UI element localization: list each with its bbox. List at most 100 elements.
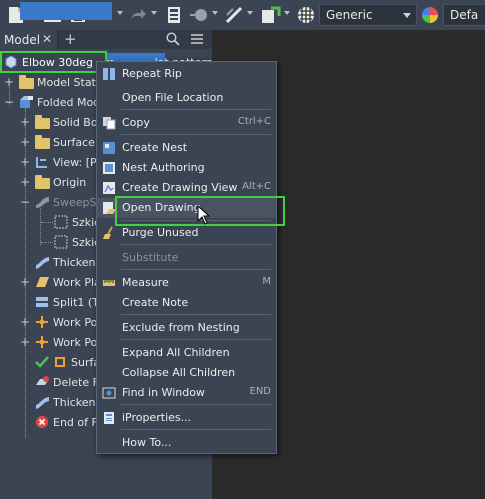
delete-face-icon <box>35 375 50 389</box>
mouse-cursor-icon <box>197 205 210 225</box>
tree-item-label: Origin <box>53 175 87 189</box>
menu-item-open-file-location[interactable]: Open File Location <box>97 88 276 108</box>
menu-item-label: Purge Unused <box>122 226 199 239</box>
sketch-tool-icon[interactable] <box>224 5 244 25</box>
menu-item-label: Create Note <box>122 296 189 309</box>
menu-item-copy[interactable]: Copy Ctrl+C <box>97 113 276 133</box>
select-dropdown-icon[interactable] <box>212 11 218 15</box>
select-tool-icon[interactable] <box>188 5 210 25</box>
work-plane-icon <box>35 275 50 289</box>
open-drawing-icon <box>102 201 116 215</box>
nest-icon <box>102 141 116 155</box>
export-dropdown-icon[interactable] <box>284 11 290 15</box>
expand-plus-icon[interactable]: + <box>20 276 30 288</box>
menu-separator <box>121 314 271 315</box>
menu-item-substitute: Substitute <box>97 248 276 268</box>
expand-plus-icon[interactable]: + <box>20 156 30 168</box>
material-sphere-icon[interactable] <box>296 5 316 25</box>
tab-model-label: Model <box>4 33 41 47</box>
menu-item-purge-unused[interactable]: Purge Unused <box>97 223 276 243</box>
folded-model-icon <box>19 95 34 109</box>
sketch-dropdown-icon[interactable] <box>247 11 253 15</box>
expand-plus-icon[interactable]: + <box>4 76 14 88</box>
expand-plus-icon[interactable]: + <box>20 176 30 188</box>
find-in-window-icon <box>102 386 116 400</box>
tree-guide <box>40 208 41 245</box>
appearance-dropdown[interactable]: Defa <box>443 4 485 26</box>
tab-model[interactable]: Model ✕ <box>0 30 58 49</box>
browser-header: Model ✕ + <box>0 30 212 49</box>
menu-item-exclude-from-nesting[interactable]: Exclude from Nesting <box>97 318 276 338</box>
expand-plus-icon[interactable]: + <box>20 336 30 348</box>
expand-plus-icon[interactable]: + <box>20 116 30 128</box>
rip-icon <box>102 67 116 81</box>
update-icon[interactable] <box>164 5 184 25</box>
sweep-icon <box>35 195 50 209</box>
menu-item-label: Measure <box>122 276 169 289</box>
menu-item-how-to[interactable]: How To... <box>97 433 276 453</box>
iproperties-icon <box>102 411 116 425</box>
drawing-view-icon <box>102 181 116 195</box>
expand-plus-icon[interactable]: + <box>20 136 30 148</box>
collapse-minus-icon[interactable]: − <box>20 196 30 208</box>
menu-item-collapse-all-children[interactable]: Collapse All Children <box>97 363 276 383</box>
tree-item-delete-face[interactable]: Delete Fa <box>35 373 105 391</box>
menu-item-expand-all-children[interactable]: Expand All Children <box>97 343 276 363</box>
collapse-minus-icon[interactable]: − <box>4 96 14 108</box>
menu-item-shortcut: Ctrl+C <box>237 116 271 127</box>
ruler-icon <box>102 276 116 290</box>
redo-icon[interactable] <box>128 5 148 25</box>
menu-item-label: Open File Location <box>122 91 224 104</box>
sketch-icon <box>54 215 69 229</box>
redo-dropdown-icon[interactable] <box>151 11 157 15</box>
tree-item-solid-bodies[interactable]: Solid Bod <box>35 113 105 131</box>
menu-item-label: Create Drawing View <box>122 181 238 194</box>
split-icon <box>35 295 50 309</box>
menu-item-shortcut: END <box>249 386 272 397</box>
menu-item-create-drawing-view[interactable]: Create Drawing View Alt+C <box>97 178 276 198</box>
menu-item-label: Copy <box>122 116 150 129</box>
tree-item-label: SweepSr <box>53 195 102 209</box>
tree-item-thicken2[interactable]: Thicken2 <box>35 393 103 411</box>
add-tab-icon[interactable]: + <box>64 30 77 48</box>
menu-item-nest-authoring[interactable]: Nest Authoring <box>97 158 276 178</box>
tree-item-sweep[interactable]: SweepSr <box>35 193 101 211</box>
menu-separator <box>121 244 271 245</box>
menu-item-label: Substitute <box>122 251 179 264</box>
chevron-down-icon <box>403 13 411 18</box>
tree-item-folded-model[interactable]: Folded Mode <box>19 93 107 111</box>
tree-guide <box>41 242 53 243</box>
appearance-color-wheel-icon[interactable] <box>420 5 440 25</box>
menu-item-label: iProperties... <box>122 411 192 424</box>
menu-item-shortcut: M <box>262 276 271 287</box>
menu-item-iproperties[interactable]: iProperties... <box>97 408 276 428</box>
menu-item-label: Repeat Rip <box>122 67 182 80</box>
menu-item-create-nest[interactable]: Create Nest <box>97 138 276 158</box>
search-icon[interactable] <box>166 32 180 49</box>
tree-item-thicken1[interactable]: Thicken1 <box>35 253 103 271</box>
menu-item-create-note[interactable]: Create Note <box>97 293 276 313</box>
menu-separator <box>121 339 271 340</box>
menu-item-repeat-rip[interactable]: Repeat Rip <box>97 64 276 84</box>
tree-item-view[interactable]: View: [Pr <box>35 153 101 171</box>
tree-item-label: Split1 (Tr <box>53 295 102 309</box>
menu-separator <box>121 134 271 135</box>
expand-plus-icon[interactable]: + <box>20 316 30 328</box>
sketch-icon <box>54 235 69 249</box>
close-icon[interactable]: ✕ <box>42 32 52 46</box>
menu-item-measure[interactable]: Measure M <box>97 273 276 293</box>
broom-icon <box>102 226 116 240</box>
tree-item-origin[interactable]: Origin <box>35 173 86 191</box>
export-icon[interactable] <box>260 5 282 25</box>
nest-authoring-icon <box>102 161 116 175</box>
menu-separator <box>121 404 271 405</box>
menu-icon[interactable] <box>190 32 204 49</box>
tree-item-surface[interactable]: Surfa <box>35 353 100 371</box>
material-dropdown[interactable]: Generic <box>319 4 417 26</box>
undo-dropdown-icon[interactable] <box>117 11 123 15</box>
tree-item-end-of-folded[interactable]: End of Fo <box>35 413 104 431</box>
appearance-dropdown-value: Defa <box>450 8 479 22</box>
tree-item-split1[interactable]: Split1 (Tr <box>35 293 102 311</box>
menu-item-find-in-window[interactable]: Find in Window END <box>97 383 276 403</box>
menu-separator <box>121 269 271 270</box>
